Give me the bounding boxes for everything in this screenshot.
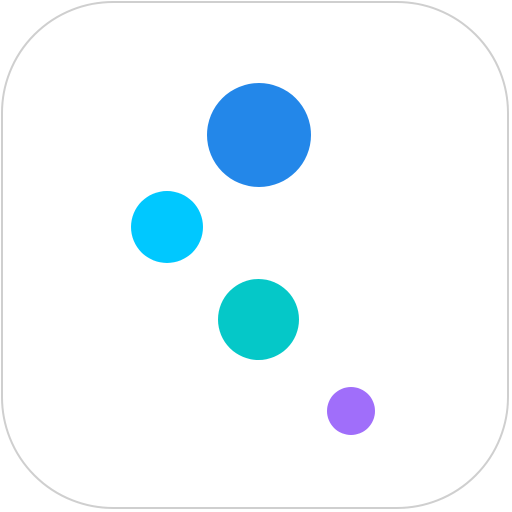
app-icon[interactable] (1, 1, 509, 509)
blue-dot-icon (207, 83, 311, 187)
teal-dot-icon (218, 279, 299, 360)
cyan-dot-icon (131, 191, 203, 263)
purple-dot-icon (327, 387, 375, 435)
